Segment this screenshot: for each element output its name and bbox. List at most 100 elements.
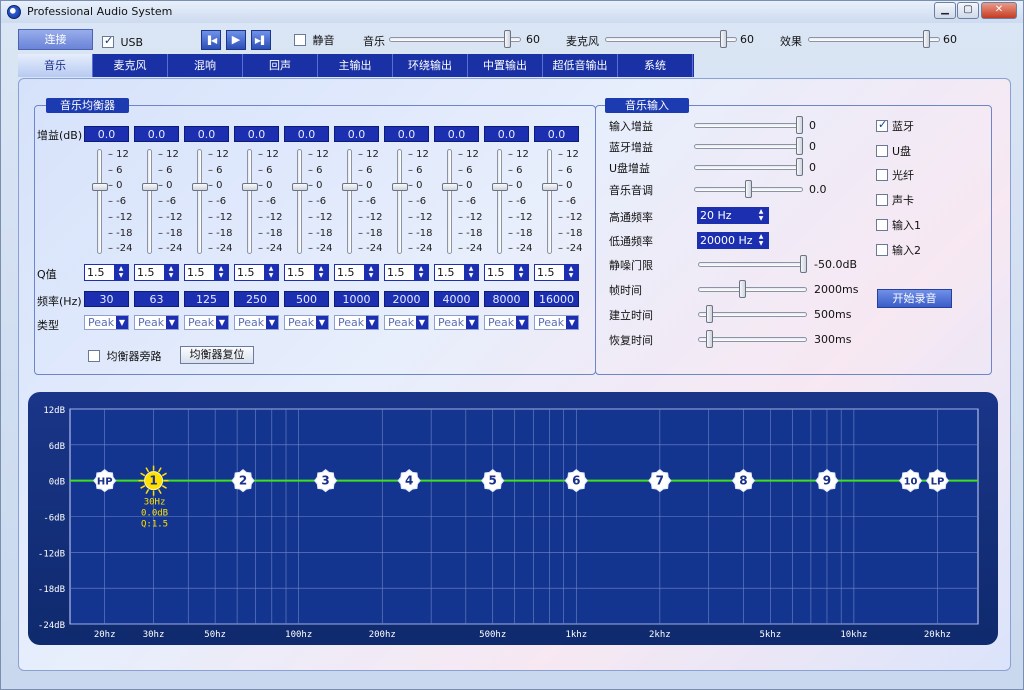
- bt-gain-slider[interactable]: [694, 137, 803, 155]
- noise-gate-slider[interactable]: [698, 255, 807, 273]
- tab-1[interactable]: 音乐: [18, 54, 93, 77]
- tab-6[interactable]: 环绕输出: [393, 54, 468, 77]
- gain-value-box[interactable]: 0.0: [184, 126, 229, 142]
- filter-type-select[interactable]: Peak ▼: [284, 315, 329, 330]
- filter-type-select[interactable]: Peak ▼: [534, 315, 579, 330]
- release-time-slider[interactable]: [698, 330, 807, 348]
- spin-arrows-icon[interactable]: ▲ ▼: [164, 265, 178, 280]
- gain-slider[interactable]: [392, 149, 408, 254]
- hold-time-slider[interactable]: [698, 280, 807, 298]
- spin-arrows-icon[interactable]: ▲ ▼: [114, 265, 128, 280]
- attack-time-slider[interactable]: [698, 305, 807, 323]
- mute-check-icon[interactable]: [294, 34, 306, 46]
- q-value-input[interactable]: 1.5 ▲ ▼: [384, 264, 429, 281]
- gain-slider[interactable]: [292, 149, 308, 254]
- q-value-input[interactable]: 1.5 ▲ ▼: [284, 264, 329, 281]
- spin-arrows-icon[interactable]: ▲ ▼: [754, 208, 768, 223]
- dropdown-arrow-icon[interactable]: ▼: [466, 316, 478, 329]
- eq-bypass-checkbox[interactable]: 均衡器旁路: [88, 348, 162, 364]
- highpass-frequency-input[interactable]: 20 Hz ▲ ▼: [697, 207, 769, 224]
- dropdown-arrow-icon[interactable]: ▼: [216, 316, 228, 329]
- spin-arrows-icon[interactable]: ▲ ▼: [214, 265, 228, 280]
- effect-volume-slider[interactable]: [808, 30, 940, 48]
- gain-slider[interactable]: [542, 149, 558, 254]
- dropdown-arrow-icon[interactable]: ▼: [266, 316, 278, 329]
- mute-checkbox[interactable]: 静音: [294, 32, 335, 48]
- source-check-icon[interactable]: [876, 144, 888, 157]
- q-value-input[interactable]: 1.5 ▲ ▼: [334, 264, 379, 281]
- source-checkbox-1[interactable]: 蓝牙: [876, 118, 914, 134]
- filter-type-select[interactable]: Peak ▼: [434, 315, 479, 330]
- gain-slider[interactable]: [242, 149, 258, 254]
- filter-type-select[interactable]: Peak ▼: [134, 315, 179, 330]
- gain-value-box[interactable]: 0.0: [84, 126, 129, 142]
- gain-value-box[interactable]: 0.0: [484, 126, 529, 142]
- source-checkbox-2[interactable]: U盘: [876, 143, 911, 159]
- close-button[interactable]: ✕: [981, 2, 1017, 19]
- tab-4[interactable]: 回声: [243, 54, 318, 77]
- spin-arrows-icon[interactable]: ▲ ▼: [314, 265, 328, 280]
- gain-value-box[interactable]: 0.0: [134, 126, 179, 142]
- eq-bypass-check-icon[interactable]: [88, 350, 100, 362]
- dropdown-arrow-icon[interactable]: ▼: [416, 316, 428, 329]
- spin-arrows-icon[interactable]: ▲ ▼: [464, 265, 478, 280]
- dropdown-arrow-icon[interactable]: ▼: [366, 316, 378, 329]
- source-checkbox-3[interactable]: 光纤: [876, 167, 914, 183]
- q-value-input[interactable]: 1.5 ▲ ▼: [234, 264, 279, 281]
- dropdown-arrow-icon[interactable]: ▼: [316, 316, 328, 329]
- source-checkbox-4[interactable]: 声卡: [876, 192, 914, 208]
- dropdown-arrow-icon[interactable]: ▼: [566, 316, 578, 329]
- spin-arrows-icon[interactable]: ▲ ▼: [754, 233, 768, 248]
- tab-2[interactable]: 麦克风: [93, 54, 168, 77]
- q-value-input[interactable]: 1.5 ▲ ▼: [84, 264, 129, 281]
- frequency-value-box[interactable]: 30: [84, 291, 129, 307]
- gain-value-box[interactable]: 0.0: [284, 126, 329, 142]
- spin-arrows-icon[interactable]: ▲ ▼: [364, 265, 378, 280]
- frequency-value-box[interactable]: 63: [134, 291, 179, 307]
- usb-checkbox[interactable]: USB: [102, 34, 143, 49]
- dropdown-arrow-icon[interactable]: ▼: [116, 316, 128, 329]
- tab-5[interactable]: 主输出: [318, 54, 393, 77]
- source-check-icon[interactable]: [876, 169, 888, 182]
- q-value-input[interactable]: 1.5 ▲ ▼: [134, 264, 179, 281]
- music-volume-slider[interactable]: [389, 30, 521, 48]
- frequency-value-box[interactable]: 2000: [384, 291, 429, 307]
- input-gain-slider[interactable]: [694, 116, 803, 134]
- filter-type-select[interactable]: Peak ▼: [384, 315, 429, 330]
- source-check-icon[interactable]: [876, 218, 888, 231]
- spin-arrows-icon[interactable]: ▲ ▼: [564, 265, 578, 280]
- frequency-value-box[interactable]: 4000: [434, 291, 479, 307]
- eq-response-graph[interactable]: 12dB 6dB 0dB -6dB -12dB -18dB -24dB 20hz 30hz 50h…: [28, 392, 998, 645]
- tab-9[interactable]: 系统: [618, 54, 693, 77]
- gain-value-box[interactable]: 0.0: [434, 126, 479, 142]
- tab-3[interactable]: 混响: [168, 54, 243, 77]
- gain-value-box[interactable]: 0.0: [534, 126, 579, 142]
- filter-type-select[interactable]: Peak ▼: [184, 315, 229, 330]
- filter-type-select[interactable]: Peak ▼: [84, 315, 129, 330]
- lowpass-frequency-input[interactable]: 20000 Hz ▲ ▼: [697, 232, 769, 249]
- source-check-icon[interactable]: [876, 194, 888, 207]
- minimize-button[interactable]: ▁: [934, 2, 956, 19]
- gain-slider[interactable]: [492, 149, 508, 254]
- previous-track-button[interactable]: ▐◀: [201, 30, 221, 50]
- title-bar[interactable]: Professional Audio System ▁ ▢ ✕: [1, 1, 1023, 23]
- gain-value-box[interactable]: 0.0: [334, 126, 379, 142]
- filter-type-select[interactable]: Peak ▼: [234, 315, 279, 330]
- frequency-value-box[interactable]: 8000: [484, 291, 529, 307]
- tab-7[interactable]: 中置输出: [468, 54, 543, 77]
- eq-curve-chart[interactable]: 12dB 6dB 0dB -6dB -12dB -18dB -24dB 20hz 30hz 50h…: [28, 392, 998, 645]
- frequency-value-box[interactable]: 500: [284, 291, 329, 307]
- spin-arrows-icon[interactable]: ▲ ▼: [514, 265, 528, 280]
- dropdown-arrow-icon[interactable]: ▼: [166, 316, 178, 329]
- frequency-value-box[interactable]: 125: [184, 291, 229, 307]
- dropdown-arrow-icon[interactable]: ▼: [516, 316, 528, 329]
- usb-check-icon[interactable]: [102, 34, 114, 48]
- source-checkbox-6[interactable]: 输入2: [876, 242, 921, 258]
- q-value-input[interactable]: 1.5 ▲ ▼: [484, 264, 529, 281]
- tab-8[interactable]: 超低音输出: [543, 54, 618, 77]
- usb-gain-slider[interactable]: [694, 158, 803, 176]
- gain-slider[interactable]: [442, 149, 458, 254]
- mic-volume-slider[interactable]: [605, 30, 737, 48]
- q-value-input[interactable]: 1.5 ▲ ▼: [434, 264, 479, 281]
- maximize-button[interactable]: ▢: [957, 2, 979, 19]
